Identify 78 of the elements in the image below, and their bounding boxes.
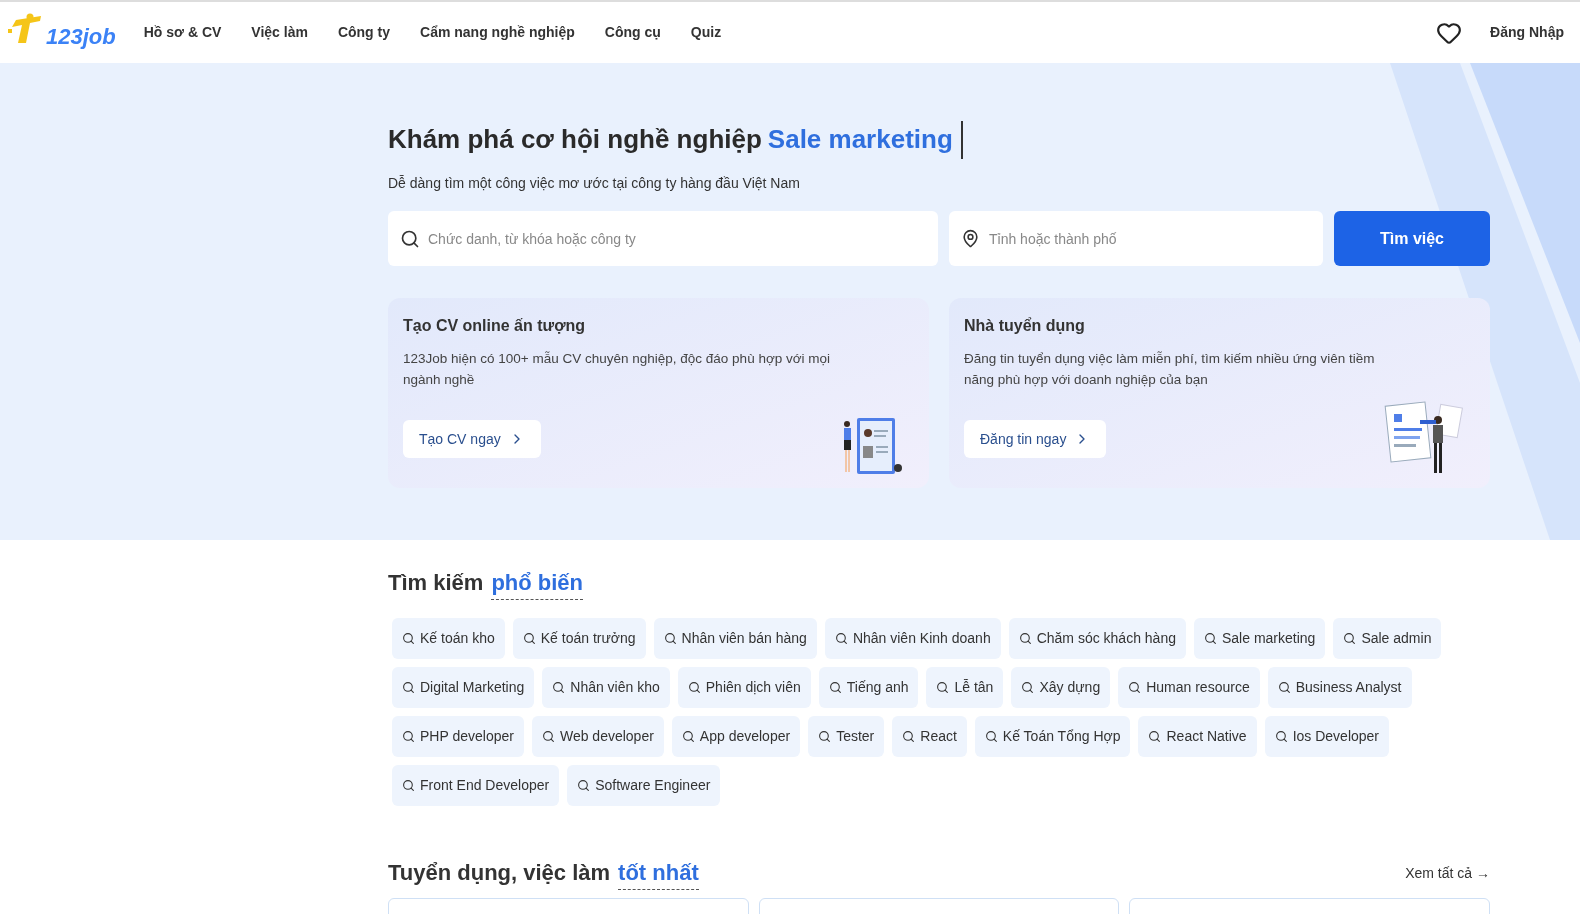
search-icon xyxy=(984,730,998,743)
popular-search-tag[interactable]: App developer xyxy=(671,716,801,757)
search-icon xyxy=(687,681,701,694)
nav-link[interactable]: Quiz xyxy=(690,22,722,43)
search-icon xyxy=(902,730,916,743)
search-icon xyxy=(681,730,695,743)
search-icon xyxy=(402,681,415,694)
search-icon xyxy=(1018,632,1032,645)
popular-search-tag[interactable]: Business Analyst xyxy=(1267,667,1412,708)
popular-search-tag[interactable]: Nhân viên kho xyxy=(542,667,670,708)
popular-search-tag[interactable]: Nhân viên bán hàng xyxy=(653,618,817,659)
popular-search-tag[interactable]: Tiếng anh xyxy=(818,667,919,708)
keyword-search-field[interactable]: Chức danh, từ khóa hoặc công ty xyxy=(388,211,938,266)
popular-search-tag[interactable]: Lễ tân xyxy=(926,667,1004,708)
search-icon xyxy=(541,730,555,743)
popular-search-tag[interactable]: Xây dựng xyxy=(1011,667,1111,708)
search-icon xyxy=(828,681,842,694)
nav-link[interactable]: Cẩm nang nghề nghiệp xyxy=(420,22,575,43)
find-jobs-button[interactable]: Tìm việc xyxy=(1334,211,1490,266)
search-icon xyxy=(1021,681,1035,694)
popular-search-tag[interactable]: Front End Developer xyxy=(392,765,560,806)
search-icon xyxy=(552,681,566,694)
search-icon xyxy=(1274,730,1288,743)
popular-search-tag[interactable]: PHP developer xyxy=(392,716,524,757)
section-title-highlight: phổ biến xyxy=(491,566,584,600)
search-icon xyxy=(1204,632,1217,645)
popular-search-tag[interactable]: Nhân viên Kinh doanh xyxy=(824,618,1001,659)
search-icon xyxy=(936,681,950,694)
promo-card-button[interactable]: Đăng tin ngay xyxy=(964,420,1107,458)
section-title: Tìm kiếm xyxy=(388,569,484,597)
search-icon xyxy=(522,632,536,645)
see-all-link[interactable]: Xem tất cả → xyxy=(1405,862,1490,884)
promo-card-text: 123Job hiện có 100+ mẫu CV chuyên nghiệp, độc đáo phù hợp với mọi ngành nghề xyxy=(403,350,832,389)
search-icon xyxy=(1128,681,1142,694)
popular-search-tag[interactable]: Sale admin xyxy=(1333,618,1442,659)
location-field[interactable]: Tỉnh hoặc thành phố xyxy=(949,211,1323,266)
promo-card-button[interactable]: Tạo CV ngay xyxy=(403,420,541,458)
popular-search-tag[interactable]: Tester xyxy=(808,716,885,757)
promo-card-text: Đăng tin tuyển dụng việc làm miễn phí, tìm kiếm nhiều ứng viên tiềm năng phù hợp với doanh nghiệp của bạn xyxy=(964,350,1376,389)
nav-link[interactable]: Hồ sơ & CV xyxy=(143,22,222,43)
popular-search-tag[interactable]: Kế toán kho xyxy=(392,618,505,659)
logo-wordmark: 123job xyxy=(46,23,116,51)
popular-search-tag[interactable]: Digital Marketing xyxy=(392,667,535,708)
search-icon xyxy=(402,730,415,743)
search-icon xyxy=(663,632,677,645)
popular-search-tag[interactable]: React xyxy=(892,716,967,757)
promo-card-title: Tạo CV online ấn tượng xyxy=(403,316,587,336)
hero-title: Khám phá cơ hội nghề nghiệp xyxy=(388,123,762,156)
popular-search-tag[interactable]: Kế Toán Tổng Hợp xyxy=(974,716,1131,757)
nav-link[interactable]: Công ty xyxy=(337,22,390,43)
hero-highlight: Sale marketing xyxy=(767,123,953,156)
popular-search-tag[interactable]: Sale marketing xyxy=(1194,618,1326,659)
location-pin-icon xyxy=(961,229,980,248)
promo-card-title: Nhà tuyển dụng xyxy=(964,316,1086,336)
popular-search-tag[interactable]: Phiên dịch viên xyxy=(677,667,811,708)
login-link[interactable]: Đăng Nhập xyxy=(1490,22,1564,43)
search-icon xyxy=(1277,681,1291,694)
section-title-highlight: tốt nhất xyxy=(618,856,699,890)
search-icon xyxy=(1343,632,1357,645)
popular-search-tag[interactable]: Software Engineer xyxy=(567,765,721,806)
popular-search-tag[interactable]: Chăm sóc khách hàng xyxy=(1008,618,1186,659)
nav-link[interactable]: Công cụ xyxy=(604,22,661,43)
popular-search-tag[interactable]: Web developer xyxy=(531,716,664,757)
popular-search-tag[interactable]: Ios Developer xyxy=(1264,716,1390,757)
text-cursor xyxy=(960,120,963,159)
search-icon xyxy=(1148,730,1162,743)
search-icon xyxy=(834,632,848,645)
popular-search-tag[interactable]: React Native xyxy=(1138,716,1257,757)
search-icon xyxy=(402,632,415,645)
search-icon xyxy=(402,779,415,792)
nav-link[interactable]: Việc làm xyxy=(251,22,308,43)
search-icon xyxy=(818,730,832,743)
popular-search-tag[interactable]: Human resource xyxy=(1118,667,1260,708)
section-title: Tuyển dụng, việc làm xyxy=(388,859,611,887)
popular-search-tag[interactable]: Kế toán trưởng xyxy=(512,618,646,659)
search-icon xyxy=(400,229,420,249)
search-icon xyxy=(577,779,591,792)
hero-subtitle: Dễ dàng tìm một công việc mơ ước tại công ty hàng đầu Việt Nam xyxy=(388,174,801,193)
